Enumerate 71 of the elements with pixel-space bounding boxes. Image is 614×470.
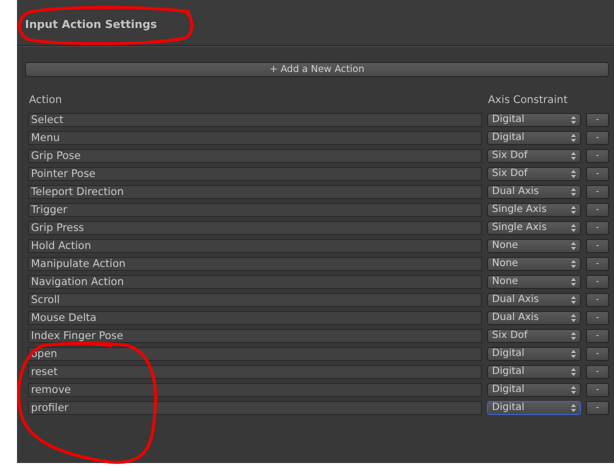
remove-button[interactable]: - bbox=[586, 329, 609, 343]
constraint-dropdown[interactable]: Digital bbox=[487, 383, 581, 397]
updown-arrows-icon bbox=[571, 386, 576, 394]
action-name-field[interactable]: Navigation Action bbox=[28, 275, 482, 289]
action-name-field[interactable]: reset bbox=[28, 365, 482, 379]
column-header: Action bbox=[29, 93, 63, 108]
remove-button[interactable]: - bbox=[586, 293, 609, 307]
action-name-field[interactable]: Pointer Pose bbox=[28, 167, 482, 181]
updown-arrows-icon bbox=[571, 368, 576, 376]
updown-arrows-icon bbox=[571, 404, 576, 412]
updown-arrows-icon bbox=[571, 116, 576, 124]
updown-arrows-icon bbox=[571, 152, 576, 160]
remove-button[interactable]: - bbox=[586, 131, 609, 145]
updown-arrows-icon bbox=[571, 260, 576, 268]
constraint-dropdown[interactable]: Single Axis bbox=[487, 203, 581, 217]
action-name-field[interactable]: Grip Press bbox=[28, 221, 482, 235]
constraint-dropdown[interactable]: Six Dof bbox=[487, 149, 581, 163]
panel-title: Input Action Settings bbox=[25, 18, 157, 31]
action-name-field[interactable]: Trigger bbox=[28, 203, 482, 217]
updown-arrows-icon bbox=[571, 188, 576, 196]
action-name-field[interactable]: Manipulate Action bbox=[28, 257, 482, 271]
action-name-field[interactable]: Mouse Delta bbox=[28, 311, 482, 325]
constraint-dropdown[interactable]: Six Dof bbox=[487, 329, 581, 343]
action-name-field[interactable]: remove bbox=[28, 383, 482, 397]
remove-button[interactable]: - bbox=[586, 257, 609, 271]
action-name-field[interactable]: profiler bbox=[28, 401, 482, 415]
remove-button[interactable]: - bbox=[586, 149, 609, 163]
action-name-field[interactable]: Menu bbox=[28, 131, 482, 145]
updown-arrows-icon bbox=[571, 296, 576, 304]
updown-arrows-icon bbox=[571, 170, 576, 178]
remove-button[interactable]: - bbox=[586, 401, 609, 415]
constraint-dropdown[interactable]: Digital bbox=[487, 131, 581, 145]
remove-button[interactable]: - bbox=[586, 185, 609, 199]
constraint-dropdown[interactable]: Digital bbox=[487, 347, 581, 361]
remove-button[interactable]: - bbox=[586, 311, 609, 325]
remove-button[interactable]: - bbox=[586, 275, 609, 289]
constraint-dropdown[interactable]: Six Dof bbox=[487, 167, 581, 181]
constraint-dropdown[interactable]: Dual Axis bbox=[487, 311, 581, 325]
remove-button[interactable]: - bbox=[586, 347, 609, 361]
updown-arrows-icon bbox=[571, 242, 576, 250]
remove-button[interactable]: - bbox=[586, 365, 609, 379]
constraint-dropdown[interactable]: Single Axis bbox=[487, 221, 581, 235]
action-name-field[interactable]: Select bbox=[28, 113, 482, 127]
constraint-dropdown[interactable]: None bbox=[487, 257, 581, 271]
updown-arrows-icon bbox=[571, 224, 576, 232]
updown-arrows-icon bbox=[571, 314, 576, 322]
constraint-dropdown[interactable]: Digital bbox=[487, 401, 581, 415]
action-name-field[interactable]: Scroll bbox=[28, 293, 482, 307]
constraint-dropdown[interactable]: Dual Axis bbox=[487, 185, 581, 199]
constraint-dropdown[interactable]: Digital bbox=[487, 365, 581, 379]
constraint-dropdown[interactable]: None bbox=[487, 239, 581, 253]
action-name-field[interactable]: Index Finger Pose bbox=[28, 329, 482, 343]
remove-button[interactable]: - bbox=[586, 221, 609, 235]
remove-button[interactable]: - bbox=[586, 167, 609, 181]
action-name-field[interactable]: Hold Action bbox=[28, 239, 482, 253]
updown-arrows-icon bbox=[571, 350, 576, 358]
remove-button[interactable]: - bbox=[586, 113, 609, 127]
updown-arrows-icon bbox=[571, 332, 576, 340]
updown-arrows-icon bbox=[571, 206, 576, 214]
remove-button[interactable]: - bbox=[586, 383, 609, 397]
constraint-dropdown[interactable]: None bbox=[487, 275, 581, 289]
updown-arrows-icon bbox=[571, 134, 576, 142]
add-action-button[interactable]: + Add a New Action bbox=[25, 62, 609, 77]
constraint-dropdown[interactable]: Digital bbox=[487, 113, 581, 127]
action-name-field[interactable]: Teleport Direction bbox=[28, 185, 482, 199]
action-name-field[interactable]: Grip Pose bbox=[28, 149, 482, 163]
constraint-dropdown[interactable]: Dual Axis bbox=[487, 293, 581, 307]
column-header: Axis Constraint bbox=[488, 93, 568, 108]
updown-arrows-icon bbox=[571, 278, 576, 286]
remove-button[interactable]: - bbox=[586, 239, 609, 253]
remove-button[interactable]: - bbox=[586, 203, 609, 217]
